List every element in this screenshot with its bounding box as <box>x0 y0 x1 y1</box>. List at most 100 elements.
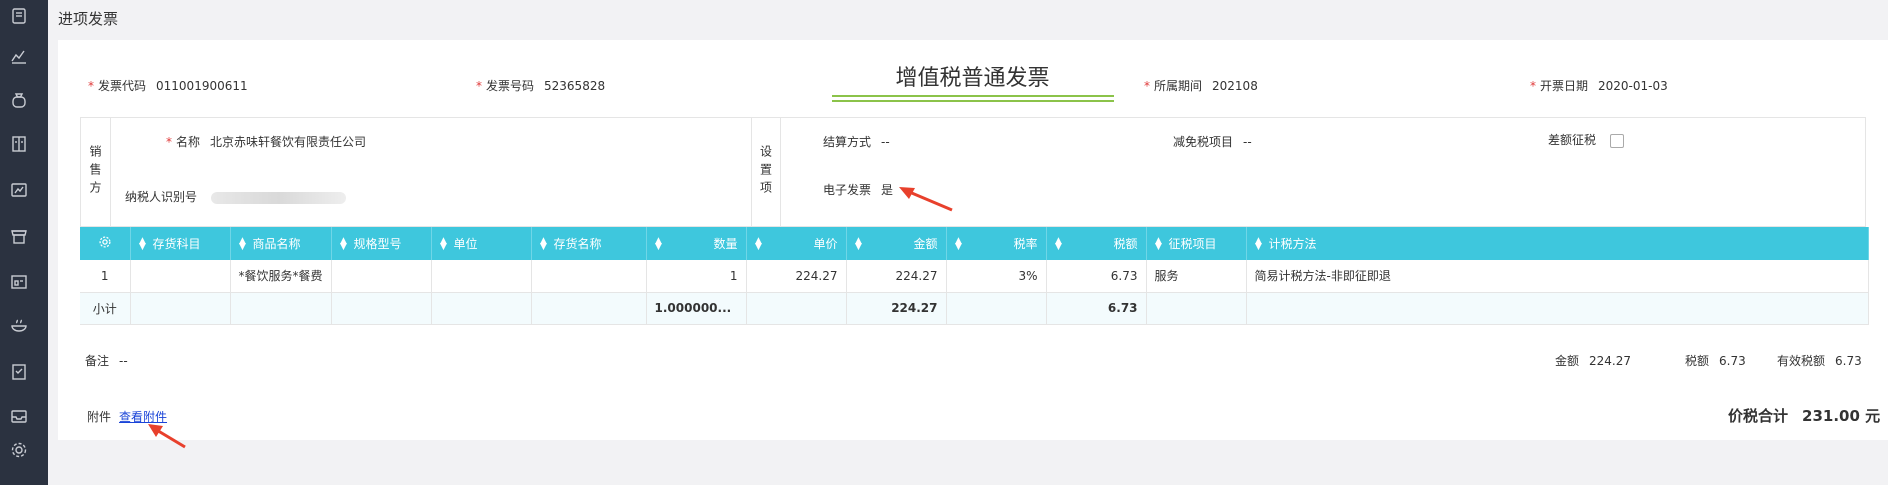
gear-icon[interactable] <box>9 440 29 460</box>
required-mark: * <box>88 79 94 93</box>
e-invoice-value[interactable]: 是 <box>881 183 893 197</box>
col-tax-method[interactable]: ▲ ▼ 计税方法 <box>1246 227 1869 260</box>
sort-icon[interactable]: ▲ ▼ <box>1255 236 1263 251</box>
report-icon[interactable] <box>9 180 29 200</box>
annotation-arrow-icon <box>148 424 186 449</box>
table-cell[interactable] <box>130 260 231 293</box>
table-cell <box>1146 292 1247 325</box>
col-tax-amount[interactable]: ▲ ▼ 税额 <box>1046 227 1147 260</box>
diff-tax-label: 差额征税 <box>1548 133 1597 147</box>
issue-date-value[interactable]: 2020-01-03 <box>1598 79 1668 93</box>
table-cell: 6.73 <box>1046 292 1147 325</box>
chart-icon[interactable] <box>9 46 29 66</box>
sort-icon[interactable]: ▲ ▼ <box>855 236 863 251</box>
annotation-arrow-icon <box>899 187 953 212</box>
col-inventory-name[interactable]: ▲ ▼ 存货名称 <box>531 227 647 260</box>
table-cell <box>746 292 847 325</box>
table-settings-gear-icon[interactable] <box>80 227 131 260</box>
money-bag-icon[interactable] <box>9 90 29 110</box>
table-cell[interactable]: 服务 <box>1146 260 1247 293</box>
sort-icon[interactable]: ▲ ▼ <box>955 236 963 251</box>
required-mark: * <box>476 79 482 93</box>
amount-value: 224.27 <box>1589 354 1632 368</box>
seller-taxid-field: 纳税人识别号 <box>125 188 346 205</box>
period-field: * 所属期间 202108 <box>1144 77 1258 94</box>
table-header: ▲ ▼ 存货科目 ▲ ▼ 商品名称 ▲ ▼ 规格型号 ▲ ▼ 单位 ▲ ▼ 存货名称 ▲ ▼ 数量 ▲ ▼… <box>80 227 1869 260</box>
sort-icon[interactable]: ▲ ▼ <box>655 236 663 251</box>
settlement-field: 结算方式 -- <box>823 133 890 150</box>
total-value: 231.00 元 <box>1802 407 1881 425</box>
sort-icon[interactable]: ▲ ▼ <box>1155 236 1163 251</box>
seller-name-field: * 名称 北京赤味轩餐饮有限责任公司 <box>166 133 366 150</box>
table-cell[interactable]: 224.27 <box>846 260 947 293</box>
settings-side-label: 设置项 <box>751 118 781 226</box>
e-invoice-label: 电子发票 <box>823 183 872 197</box>
table-cell[interactable]: 简易计税方法-非即征即退 <box>1246 260 1869 293</box>
diff-tax-field: 差额征税 <box>1548 131 1624 148</box>
table-cell: 1.000000... <box>646 292 747 325</box>
amount-label: 金额 <box>1555 354 1580 368</box>
seller-side-label: 销售方 <box>81 118 111 226</box>
col-amount[interactable]: ▲ ▼ 金额 <box>846 227 947 260</box>
sort-icon[interactable]: ▲ ▼ <box>239 236 247 251</box>
seller-name-label: 名称 <box>176 135 201 149</box>
table-cell <box>431 292 532 325</box>
settlement-value[interactable]: -- <box>881 135 890 149</box>
exemption-value[interactable]: -- <box>1243 135 1252 149</box>
dashboard-icon[interactable] <box>9 272 29 292</box>
remark-field: 备注 -- <box>85 352 128 369</box>
receipt-icon[interactable] <box>9 362 29 382</box>
bowl-icon[interactable] <box>9 316 29 336</box>
sort-icon[interactable]: ▲ ▼ <box>755 236 763 251</box>
exemption-label: 减免税项目 <box>1173 135 1234 149</box>
seller-name-value[interactable]: 北京赤味轩餐饮有限责任公司 <box>210 135 366 149</box>
subtotal-row: 小计 1.000000... 224.27 6.73 <box>80 292 1869 325</box>
table-cell <box>946 292 1047 325</box>
table-cell <box>1246 292 1869 325</box>
table-cell <box>331 292 432 325</box>
invoice-code-value[interactable]: 011001900611 <box>156 79 248 93</box>
page-title: 进项发票 <box>58 10 119 28</box>
sort-icon[interactable]: ▲ ▼ <box>440 236 448 251</box>
col-spec[interactable]: ▲ ▼ 规格型号 <box>331 227 432 260</box>
invoice-icon[interactable] <box>9 6 29 26</box>
table-cell[interactable]: 6.73 <box>1046 260 1147 293</box>
col-product-name[interactable]: ▲ ▼ 商品名称 <box>230 227 332 260</box>
sort-icon[interactable]: ▲ ▼ <box>340 236 348 251</box>
inbox-icon[interactable] <box>9 406 29 426</box>
table-cell[interactable]: 1 <box>646 260 747 293</box>
ledger-icon[interactable] <box>9 134 29 154</box>
col-unit[interactable]: ▲ ▼ 单位 <box>431 227 532 260</box>
sort-icon[interactable]: ▲ ▼ <box>139 236 147 251</box>
tax-label: 税额 <box>1685 354 1710 368</box>
col-inventory-account[interactable]: ▲ ▼ 存货科目 <box>130 227 231 260</box>
title-underline-2 <box>832 100 1114 102</box>
title-underline <box>832 95 1114 97</box>
tax-summary: 税额 6.73 <box>1685 352 1746 369</box>
table-cell[interactable]: 224.27 <box>746 260 847 293</box>
table-cell[interactable]: *餐饮服务*餐费 <box>230 260 332 293</box>
table-cell[interactable] <box>431 260 532 293</box>
period-value[interactable]: 202108 <box>1212 79 1258 93</box>
table-cell <box>130 292 231 325</box>
exemption-field: 减免税项目 -- <box>1173 133 1252 150</box>
table-cell[interactable] <box>331 260 432 293</box>
issue-date-field: * 开票日期 2020-01-03 <box>1530 77 1668 94</box>
diff-tax-checkbox[interactable] <box>1609 133 1624 148</box>
table-cell <box>531 292 647 325</box>
col-unit-price[interactable]: ▲ ▼ 单价 <box>746 227 847 260</box>
e-invoice-field: 电子发票是 <box>823 181 893 198</box>
sort-icon[interactable]: ▲ ▼ <box>540 236 548 251</box>
col-quantity[interactable]: ▲ ▼ 数量 <box>646 227 747 260</box>
taxid-redacted <box>210 191 346 204</box>
issue-date-label: 开票日期 <box>1540 79 1589 93</box>
sort-icon[interactable]: ▲ ▼ <box>1055 236 1063 251</box>
table-cell[interactable]: 3% <box>946 260 1047 293</box>
remark-value[interactable]: -- <box>119 354 128 368</box>
invoice-number-value[interactable]: 52365828 <box>544 79 605 93</box>
col-tax-rate[interactable]: ▲ ▼ 税率 <box>946 227 1047 260</box>
store-icon[interactable] <box>9 226 29 246</box>
table-row[interactable]: 1 *餐饮服务*餐费 1 224.27 224.27 3% 6.73 服务 简易… <box>80 260 1869 293</box>
table-cell[interactable] <box>531 260 647 293</box>
col-tax-item[interactable]: ▲ ▼ 征税项目 <box>1146 227 1247 260</box>
